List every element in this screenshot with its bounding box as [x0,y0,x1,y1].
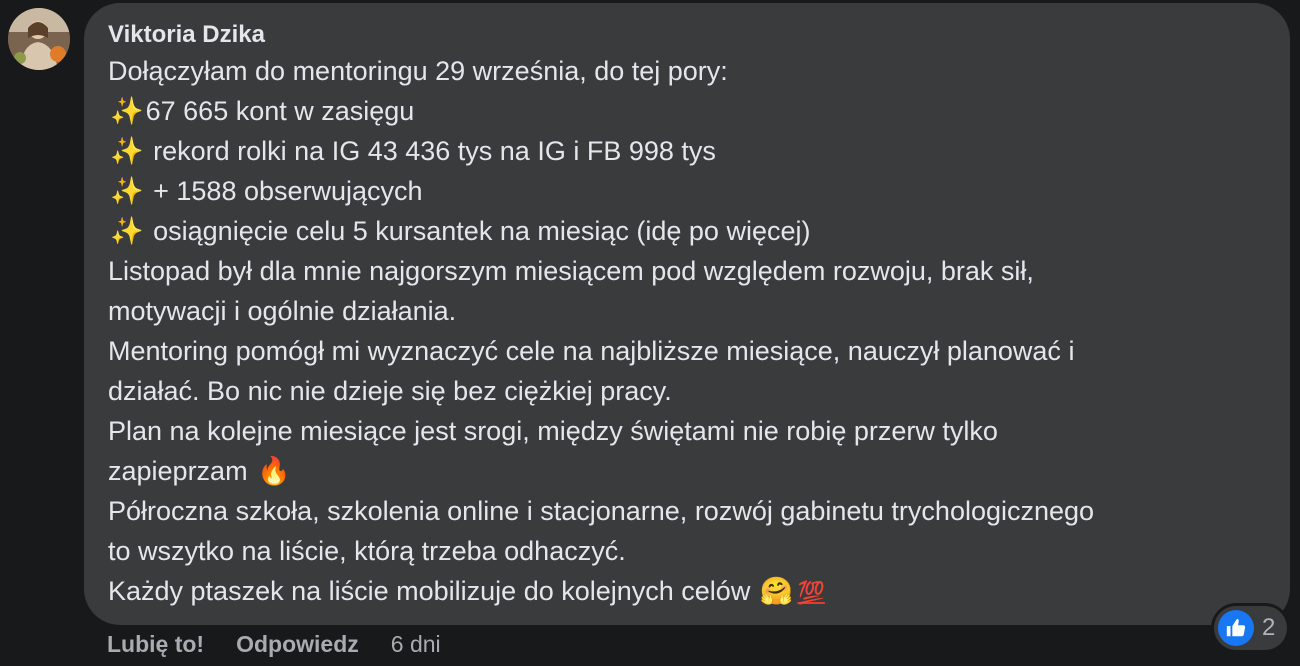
fire-icon: 🔥 [257,456,291,487]
like-button[interactable]: Lubię to! [107,631,204,658]
reply-button[interactable]: Odpowiedz [236,631,359,658]
thumbs-up-icon [1218,610,1254,646]
comment-line: Plan na kolejne miesiące jest srogi, mię… [108,416,998,446]
comment-line: Każdy ptaszek na liście mobilizuje do ko… [108,571,1266,611]
comment-line: Półroczna szkoła, szkolenia online i sta… [108,496,1095,526]
sparkles-icon: ✨ [110,216,144,247]
hundred-points-icon: 💯 [797,581,825,606]
comment-actions: Lubię to! Odpowiedz 6 dni [107,628,441,660]
reaction-summary[interactable]: 2 [1214,606,1288,650]
comment-line: zapieprzam 🔥 [108,451,1266,491]
comment-line: motywacji i ogólnie działania. [108,296,457,326]
comment-line: Dołączyłam do mentoringu 29 września, do… [108,56,728,86]
reaction-count: 2 [1262,614,1276,641]
comment-line: Listopad był dla mnie najgorszym miesiąc… [108,256,1034,286]
hugging-face-icon: 🤗 [759,576,794,607]
comment-line: Mentoring pomógł mi wyznaczyć cele na na… [108,336,1075,366]
comment-line: ✨67 665 kont w zasięgu [108,91,1266,131]
comment-text: Dołączyłam do mentoringu 29 września, do… [108,51,1266,611]
comment-timestamp[interactable]: 6 dni [391,631,441,658]
sparkles-icon: ✨ [110,136,144,167]
comment-line: ✨ rekord rolki na IG 43 436 tys na IG i … [108,131,1266,171]
comment-line: działać. Bo nic nie dzieje się bez ciężk… [108,376,672,406]
avatar[interactable] [8,8,70,70]
comment-bubble: Viktoria Dzika Dołączyłam do mentoringu … [84,3,1290,625]
comment-line: ✨ + 1588 obserwujących [108,171,1266,211]
comment-line: to wszytko na liście, którą trzeba odhac… [108,536,626,566]
sparkles-icon: ✨ [110,96,144,127]
comment-line: ✨ osiągnięcie celu 5 kursantek na miesią… [108,211,1266,251]
sparkles-icon: ✨ [110,176,144,207]
comment-author[interactable]: Viktoria Dzika [108,19,1266,51]
